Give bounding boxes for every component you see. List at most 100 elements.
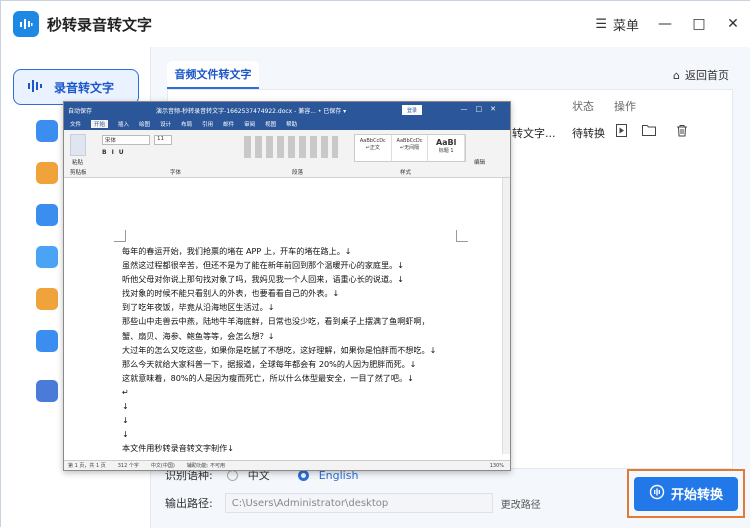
menu-button[interactable]: ☰ 菜单 (595, 15, 639, 34)
column-status: 状态 (572, 100, 594, 113)
styles-gallery[interactable]: AaBbCcDc ↵正文 AaBbCcDc ↵无间隔 AaBl 标题 1 (354, 134, 466, 162)
word-menu-item[interactable]: 绘图 (139, 120, 150, 128)
minimize-button[interactable]: — (657, 16, 673, 32)
document-line: ↓ (122, 401, 129, 412)
start-button-highlight: 开始转换 (627, 469, 745, 518)
document-canvas[interactable]: 每年的春运开始，我们抢票的堵在 APP 上，开车的堵在路上。↓ 虽然这过程都很辛苦… (64, 178, 504, 454)
radio-chinese[interactable] (226, 469, 238, 481)
word-menu-item[interactable]: 文件 (70, 120, 81, 128)
folder-icon[interactable] (642, 124, 656, 139)
sidebar-item-audio-to-text[interactable]: 录音转文字 (13, 69, 139, 105)
autosave-label: 自动保存 (68, 107, 93, 115)
document-line: 大过年的怎么又吃这些，如果你是吃腻了不想吃，这好理解，如果你是怕胖而不想吃。↓ (122, 344, 437, 355)
file-name: 转文字... (512, 127, 556, 140)
home-icon: ⌂ (673, 68, 680, 82)
word-menu-item[interactable]: 帮助 (286, 120, 297, 128)
document-line: 这就意味着，80%的人是因为瘦而死亡，所以什么体型最安全，一目了然了吧。↓ (122, 372, 414, 383)
start-label: 开始转换 (670, 488, 723, 503)
sidebar-translate-icon[interactable] (36, 330, 58, 352)
app-window: 秒转录音转文字 ☰ 菜单 — □ ✕ 录音转文字 音频文件转文字 ⌂ 返回首页 … (0, 0, 750, 528)
word-menu-item[interactable]: 引用 (202, 120, 213, 128)
word-doc-title: 演示音频-秒转录音转文字-1662537474922.docx - 兼容... … (156, 107, 347, 115)
word-menu-item[interactable]: 插入 (118, 120, 129, 128)
document-line: ↓ (122, 429, 129, 440)
status-words: 312 个字 (117, 463, 139, 469)
output-path-field[interactable]: C:\Users\Administrator\desktop (224, 493, 493, 513)
title-bar: 秒转录音转文字 ☰ 菜单 — □ ✕ (1, 1, 750, 47)
file-status: 待转换 (572, 127, 605, 140)
style-no-spacing[interactable]: AaBbCcDc ↵无间隔 (392, 135, 429, 161)
word-ribbon: 粘贴 宋体 11 BIU AaBbCcDc ↵正文 AaBbCcDc ↵无间隔 Aa… (64, 130, 510, 178)
font-size-field[interactable]: 11 (154, 135, 172, 145)
document-body: 每年的春运开始，我们抢票的堵在 APP 上，开车的堵在路上。↓ 虽然这过程都很辛苦… (122, 244, 462, 455)
word-menu-item[interactable]: 审阅 (244, 120, 255, 128)
word-window: 自动保存 演示音频-秒转录音转文字-1662537474922.docx - 兼… (63, 101, 511, 471)
document-line: 那么今天就给大家科普一下，据报道，全球每年都会有 20%的人因为肥胖而死。↓ (122, 358, 417, 369)
margin-mark (456, 230, 468, 242)
home-label: 返回首页 (685, 69, 729, 82)
vertical-scrollbar[interactable] (502, 178, 510, 454)
edit-label[interactable]: 编辑 (474, 158, 485, 166)
group-styles: 样式 (400, 170, 412, 176)
word-menu-item[interactable]: 开始 (91, 120, 109, 128)
sidebar-video-icon[interactable] (36, 120, 58, 142)
document-line: 每年的春运开始，我们抢票的堵在 APP 上，开车的堵在路上。↓ (122, 246, 352, 256)
status-zoom[interactable]: 130% (490, 463, 504, 469)
radio-english[interactable] (297, 469, 309, 481)
font-format-tools[interactable]: BIU (102, 149, 129, 156)
status-page: 第 1 页，共 1 页 (68, 463, 106, 469)
group-clipboard: 剪贴板 (70, 170, 87, 176)
style-normal[interactable]: AaBbCcDc ↵正文 (355, 135, 392, 161)
font-name-field[interactable]: 宋体 (102, 135, 150, 145)
hamburger-icon: ☰ (595, 16, 607, 32)
document-line: 那些山中走兽云中燕，陆地牛羊海底鲜，日常也没少吃，看到桌子上摆满了鱼啊虾啊， (122, 316, 430, 327)
sidebar-file-icon[interactable] (36, 162, 58, 184)
paste-icon[interactable] (70, 134, 86, 156)
column-action: 操作 (614, 100, 636, 113)
play-icon[interactable] (616, 124, 627, 140)
convert-icon (649, 484, 665, 504)
word-status-bar: 第 1 页，共 1 页 312 个字 中文(中国) 辅助功能: 不可用 130% (64, 460, 510, 470)
paragraph-tools[interactable] (244, 136, 338, 158)
document-line: 蟹、扇贝、海参、鲍鱼等等，会怎么想？↓ (122, 330, 275, 341)
waveform-icon (26, 77, 44, 98)
app-logo (13, 11, 39, 37)
close-button[interactable]: ✕ (725, 16, 741, 32)
document-line: 到了吃年夜饭，毕竟从沿海地区生活过。↓ (122, 302, 275, 313)
trash-icon[interactable] (676, 124, 688, 140)
app-title: 秒转录音转文字 (47, 15, 153, 34)
document-line: 找对象的时候不能只看别人的外表，也要看看自己的外表。↓ (122, 288, 340, 299)
word-menu-item[interactable]: 设计 (160, 120, 171, 128)
output-row: 输出路径: C:\Users\Administrator\desktop 更改路… (165, 493, 541, 513)
group-paragraph: 段落 (292, 170, 304, 176)
status-language: 中文(中国) (150, 463, 175, 469)
word-menu-item[interactable]: 视图 (265, 120, 276, 128)
document-line: 本文件用秒转录音转文字制作↓ (122, 443, 235, 454)
menu-label: 菜单 (612, 18, 639, 34)
start-convert-button[interactable]: 开始转换 (634, 476, 738, 511)
margin-mark (114, 230, 126, 242)
style-heading-1[interactable]: AaBl 标题 1 (428, 135, 466, 161)
sidebar-image-icon[interactable] (36, 288, 58, 310)
change-path-button[interactable]: 更改路径 (501, 496, 541, 511)
word-title-bar: 自动保存 演示音频-秒转录音转文字-1662537474922.docx - 兼… (64, 102, 510, 118)
home-link[interactable]: ⌂ 返回首页 (673, 67, 729, 83)
document-line: 虽然这过程都很辛苦，但还不是为了能在新年前回到那个温暖开心的家庭里。↓ (122, 260, 404, 271)
sidebar-text-to-audio-icon[interactable] (36, 246, 58, 268)
maximize-button[interactable]: □ (691, 16, 707, 32)
word-menu-item[interactable]: 邮件 (223, 120, 234, 128)
sidebar-record-icon[interactable] (36, 204, 58, 226)
word-menu-item[interactable]: 布局 (181, 120, 192, 128)
sidebar-document-icon[interactable] (36, 380, 58, 402)
document-line: ↓ (122, 415, 129, 426)
status-accessibility: 辅助功能: 不可用 (186, 463, 226, 469)
paste-label: 粘贴 (72, 160, 84, 166)
tab-audio-file-to-text[interactable]: 音频文件转文字 (167, 61, 259, 89)
group-font: 字体 (170, 170, 182, 176)
word-login-button[interactable]: 登录 (402, 105, 422, 115)
document-line: 听他父母对你说上那句找对象了吗，我妈见我一个人回来，语重心长的说道。↓ (122, 274, 404, 285)
word-menu-bar: 文件 开始 插入 绘图 设计 布局 引用 邮件 审阅 视图 帮助 (64, 118, 510, 130)
sidebar-item-label: 录音转文字 (54, 80, 115, 95)
output-label: 输出路径: (165, 497, 213, 510)
word-window-controls[interactable]: —□✕ (461, 105, 504, 113)
